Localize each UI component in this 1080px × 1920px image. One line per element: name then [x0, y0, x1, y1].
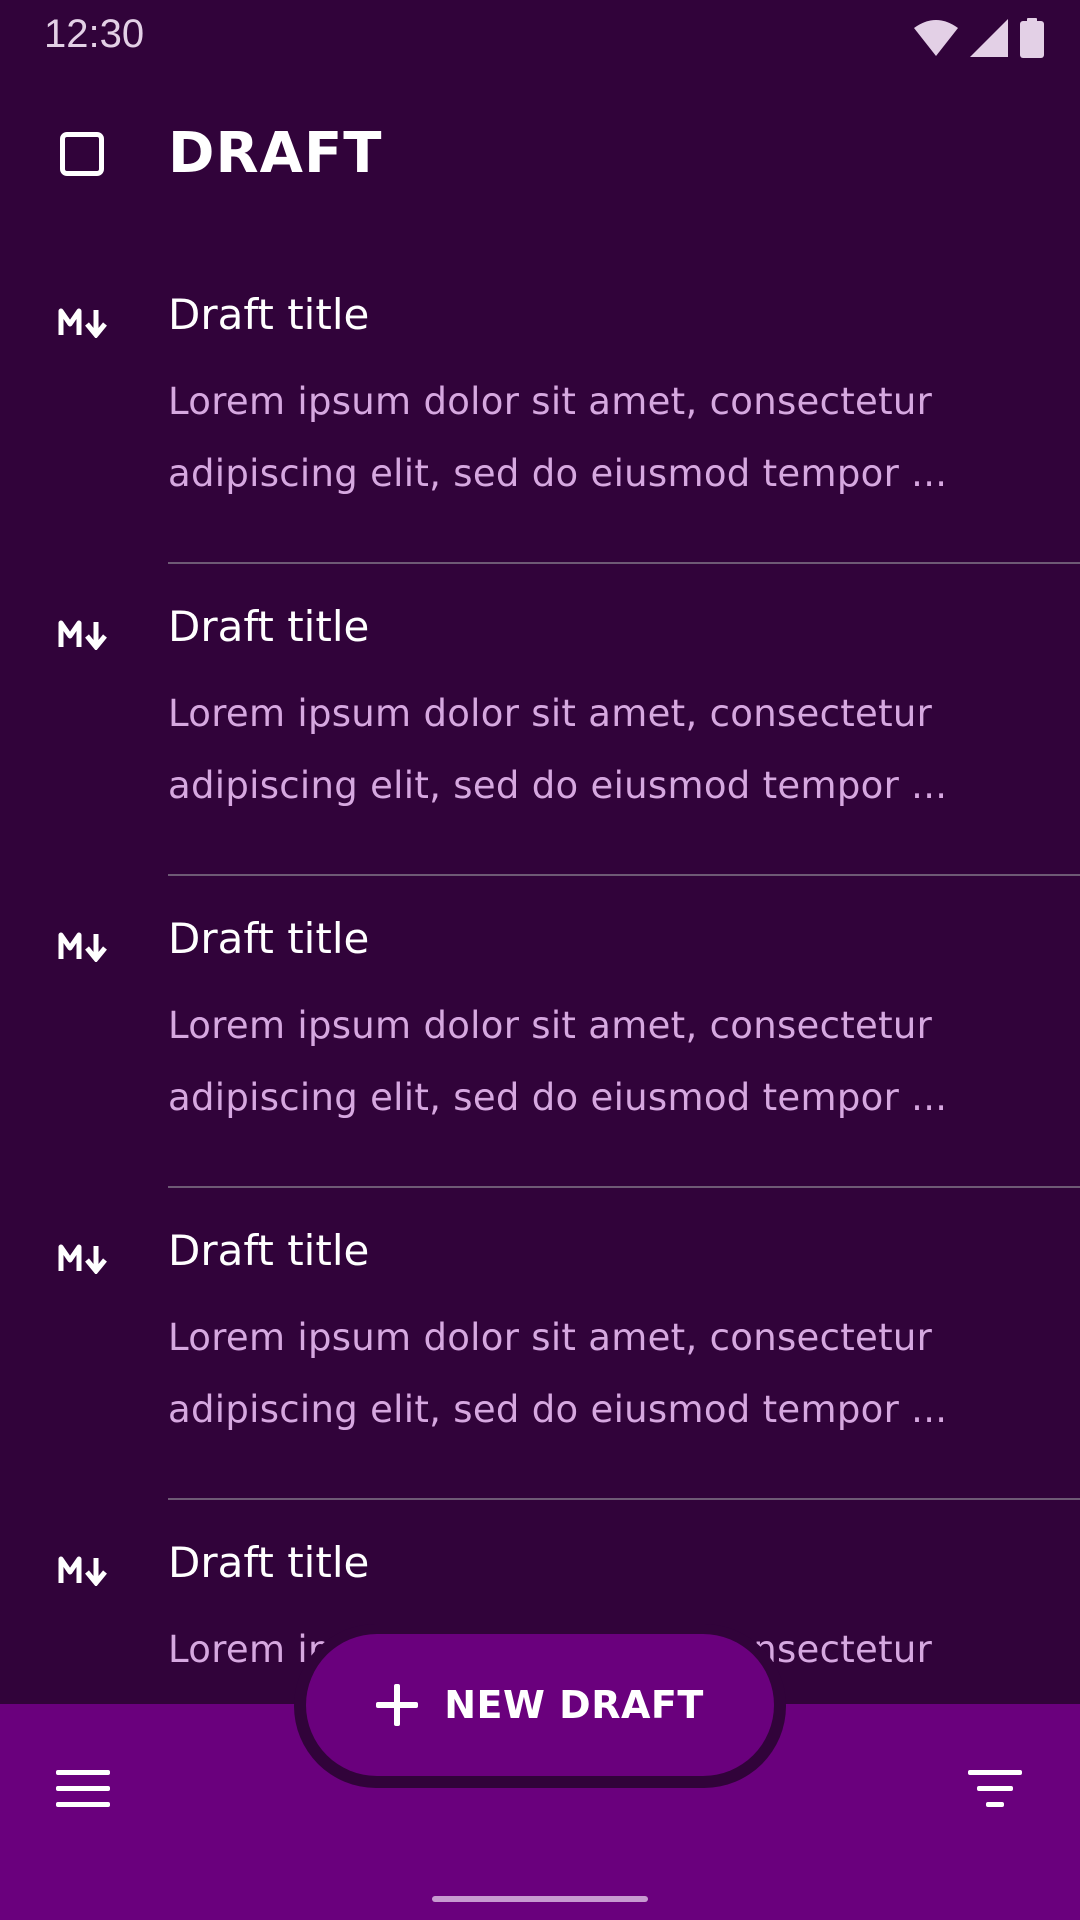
- page-title: DRAFT: [168, 121, 383, 186]
- new-draft-button[interactable]: NEW DRAFT: [306, 1634, 774, 1776]
- markdown-icon: [58, 1556, 110, 1586]
- status-time: 12:30: [44, 12, 145, 56]
- status-icons: [914, 18, 1044, 58]
- battery-icon: [1020, 18, 1044, 58]
- checkbox-outline-icon[interactable]: [60, 132, 104, 176]
- draft-list-item[interactable]: Draft title Lorem ipsum dolor sit amet, …: [0, 252, 1080, 564]
- draft-preview: Lorem ipsum dolor sit amet, consectetur …: [168, 1004, 948, 1119]
- app-header: DRAFT: [0, 120, 1080, 200]
- wifi-icon: [914, 20, 958, 56]
- draft-list-item[interactable]: Draft title Lorem ipsum dolor sit amet, …: [0, 1188, 1080, 1500]
- draft-preview: Lorem ipsum dolor sit amet, consectetur …: [168, 692, 948, 807]
- draft-preview: Lorem ipsum dolor sit amet, consectetur …: [168, 1316, 948, 1431]
- home-indicator[interactable]: [432, 1896, 648, 1902]
- draft-title: Draft title: [168, 290, 370, 339]
- plus-icon: [376, 1684, 419, 1726]
- markdown-icon: [58, 308, 110, 338]
- draft-title: Draft title: [168, 1226, 370, 1275]
- status-bar: 12:30: [0, 0, 1080, 76]
- markdown-icon: [58, 620, 110, 650]
- markdown-icon: [58, 1244, 110, 1274]
- draft-list: Draft title Lorem ipsum dolor sit amet, …: [0, 252, 1080, 1812]
- menu-icon[interactable]: [44, 1760, 124, 1816]
- draft-preview: Lorem ipsum dolor sit amet, consectetur …: [168, 380, 948, 495]
- new-draft-label: NEW DRAFT: [444, 1683, 704, 1727]
- draft-list-item[interactable]: Draft title Lorem ipsum dolor sit amet, …: [0, 876, 1080, 1188]
- draft-title: Draft title: [168, 602, 370, 651]
- cell-signal-icon: [970, 19, 1008, 57]
- draft-title: Draft title: [168, 1538, 370, 1587]
- markdown-icon: [58, 932, 110, 962]
- draft-title: Draft title: [168, 914, 370, 963]
- filter-icon[interactable]: [956, 1760, 1036, 1816]
- draft-list-item[interactable]: Draft title Lorem ipsum dolor sit amet, …: [0, 564, 1080, 876]
